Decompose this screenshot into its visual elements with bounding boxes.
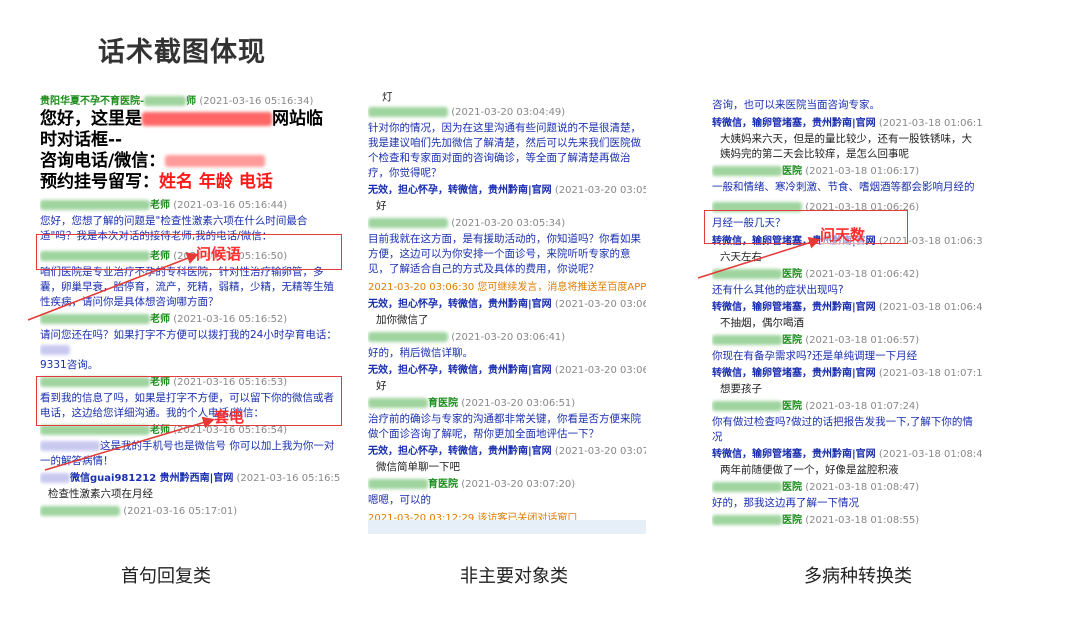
- greet-text: 时对话框--: [40, 130, 123, 150]
- sender-name: 转微信，输卵管堵塞，贵州黔南|官网: [712, 118, 876, 129]
- greet-highlight: 姓名 年龄 电话: [159, 172, 273, 192]
- timestamp: (2021-03-18 01:06:12): [878, 118, 982, 129]
- timestamp: (2021-03-16 05:16:52): [173, 314, 288, 325]
- message-text: 加你微信了: [376, 314, 429, 326]
- timestamp: (2021-03-20 03:05:34): [451, 218, 566, 229]
- timestamp: (2021-03-16 05:17:01): [123, 506, 238, 517]
- timestamp: (2021-03-18 01:07:24): [805, 401, 920, 412]
- sender-name: 老师: [150, 425, 170, 436]
- timestamp: (2021-03-20 03:06:41): [451, 332, 566, 343]
- timestamp: (2021-03-18 01:08:55): [805, 515, 920, 526]
- message-text: 好的，那我这边再了解一下情况: [712, 497, 859, 509]
- message-text: 不抽烟，偶尔喝酒: [720, 317, 804, 329]
- sender-name: 老师: [150, 200, 170, 211]
- timestamp: (2021-03-18 01:08:47): [805, 482, 920, 493]
- sender-name: 微信guai981212 贵州黔西南|官网: [70, 473, 234, 484]
- caption-first-reply: 首句回复类: [121, 566, 211, 587]
- sender-name: 转微信，输卵管堵塞，贵州黔南|官网: [712, 302, 876, 313]
- caption-multi-disease: 多病种转换类: [804, 566, 912, 587]
- greet-text: 预约挂号留写：: [40, 172, 159, 192]
- timestamp: (2021-03-20 03:05:28): [554, 185, 646, 196]
- message-text: 嗯嗯，可以的: [368, 494, 431, 506]
- chat-screenshot-multi-disease: 咨询，也可以来医院当面咨询专家。 转微信，输卵管堵塞，贵州黔南|官网 (2021…: [712, 92, 982, 532]
- message-text: 微信简单聊一下吧: [376, 461, 460, 473]
- greeting-block: 您好，这里是 网站临 时对话框-- 咨询电话/微信： 预约挂号留写：姓名 年龄 电…: [40, 109, 340, 193]
- timestamp: (2021-03-20 03:07:15): [554, 446, 646, 457]
- caption-non-main-object: 非主要对象类: [460, 566, 568, 587]
- message-text: 好: [376, 200, 387, 212]
- timestamp: (2021-03-16 05:16:56): [236, 473, 340, 484]
- timestamp: (2021-03-20 03:04:49): [451, 107, 566, 118]
- chat-screenshot-non-main-object: 灯 (2021-03-20 03:04:49) 针对你的情况，因为在这里沟通有些…: [368, 92, 646, 532]
- sender-name: 无效，担心怀孕，转微信，贵州黔南|官网: [368, 299, 552, 310]
- sender-name: 无效，担心怀孕，转微信，贵州黔南|官网: [368, 365, 552, 376]
- timestamp: (2021-03-20 03:06:51): [461, 398, 576, 409]
- sender-name: 医院: [782, 515, 802, 526]
- slide-title: 话术截图体现: [98, 37, 266, 68]
- timestamp: (2021-03-18 01:08:42): [878, 449, 982, 460]
- highlight-box: [704, 210, 908, 244]
- sender-name: 医院: [782, 401, 802, 412]
- message-text: 好: [376, 380, 387, 392]
- sender-suffix: 师: [186, 96, 197, 107]
- sender-name: 医院: [782, 482, 802, 493]
- message-text: 咨询，也可以来医院当面咨询专家。: [712, 99, 880, 111]
- timestamp: (2021-03-16 05:16:44): [173, 200, 288, 211]
- highlight-box: [36, 234, 342, 270]
- message-text: 针对你的情况，因为在这里沟通有些问题说的不是很清楚，我是建议咱们先加微信了解清楚…: [368, 122, 641, 179]
- timestamp: (2021-03-18 01:06:57): [805, 335, 920, 346]
- message-text: 两年前随便做了一个，好像是盆腔积液: [720, 464, 899, 476]
- annotation-ask-days: 问天数: [820, 224, 866, 245]
- message-text: 灯: [382, 92, 393, 103]
- annotation-phone-capture: 套电: [214, 408, 245, 426]
- sender-name: 无效，担心怀孕，转微信，贵州黔南|官网: [368, 185, 552, 196]
- sender-name: 医院: [782, 335, 802, 346]
- timestamp: (2021-03-18 01:07:16): [878, 368, 982, 379]
- message-text: 咱们医院是专业治疗不孕的专科医院，针对性治疗输卵管，多囊，卵巢早衰，胎停育，流产…: [40, 266, 334, 308]
- timestamp: (2021-03-18 01:06:42): [805, 269, 920, 280]
- sender-name: 育医院: [428, 398, 458, 409]
- timestamp: (2021-03-18 01:06:17): [805, 166, 920, 177]
- message-text: 你有做过检查吗?做过的话把报告发我一下,了解下你的情况: [712, 416, 973, 443]
- greet-text: 咨询电话/微信：: [40, 151, 166, 171]
- timestamp: (2021-03-18 01:06:49): [878, 302, 982, 313]
- message-text: 目前我就在这方面，是有援助活动的，你知道吗？你看如果方便，这边可以为你安排一个面…: [368, 233, 641, 275]
- greet-text: 网站临: [272, 109, 323, 129]
- sender-name: 转微信，输卵管堵塞，贵州黔南|官网: [712, 449, 876, 460]
- sender-name: 转微信，输卵管堵塞，贵州黔南|官网: [712, 368, 876, 379]
- message-text: 治疗前的确诊与专家的沟通都非常关键，你看是否方便来院做个面诊咨询了解呢，帮你更加…: [368, 413, 641, 440]
- highlight-box: [36, 376, 342, 426]
- system-notice: 2021-03-20 03:06:30 您可继续发言，消息将推送至百度APP-消…: [368, 282, 646, 293]
- greet-text: 您好，这里是: [40, 109, 142, 129]
- sender-name: 无效，担心怀孕，转微信，贵州黔南|官网: [368, 446, 552, 457]
- sender-name: 贵阳华夏不孕不育医院-: [40, 96, 145, 107]
- timestamp: (2021-03-16 05:16:34): [199, 96, 314, 107]
- timestamp: (2021-03-20 03:06:46): [554, 365, 646, 376]
- sender-name: 医院: [782, 166, 802, 177]
- panel-divider: [368, 520, 646, 534]
- sender-name: 育医院: [428, 479, 458, 490]
- message-text: 还有什么其他的症状出现吗?: [712, 284, 844, 296]
- message-text: 好的，稍后微信详聊。: [368, 347, 473, 359]
- message-text: 这是我的手机号也是微信号 你可以加上我为你一对一的解答病情！: [40, 440, 335, 467]
- annotation-greeting: 问候语: [196, 243, 242, 264]
- message-text: 大姨妈来六天，但是的量比较少，还有一股铁锈味，大姨妈完的第二天会比较痒，是怎么回…: [720, 133, 972, 160]
- chat-screenshot-first-reply: 贵阳华夏不孕不育医院- 师 (2021-03-16 05:16:34) 您好，这里…: [40, 92, 340, 532]
- message-text: 六天左右: [720, 251, 762, 263]
- message-text: 检查性激素六项在月经: [48, 488, 153, 500]
- timestamp: (2021-03-20 03:06:36): [554, 299, 646, 310]
- message-text: 你现在有备孕需求吗?还是单纯调理一下月经: [712, 350, 918, 362]
- message-text: 一般和情绪、寒冷刺激、节食、嗜烟酒等都会影响月经的: [712, 181, 975, 193]
- message-text: 请问您还在吗？如果打字不方便可以拨打我的24小时孕育电话： 9331咨询。: [40, 329, 337, 371]
- sender-name: 医院: [782, 269, 802, 280]
- timestamp: (2021-03-20 03:07:20): [461, 479, 576, 490]
- message-text: 想要孩子: [720, 383, 762, 395]
- sender-name: 老师: [150, 314, 170, 325]
